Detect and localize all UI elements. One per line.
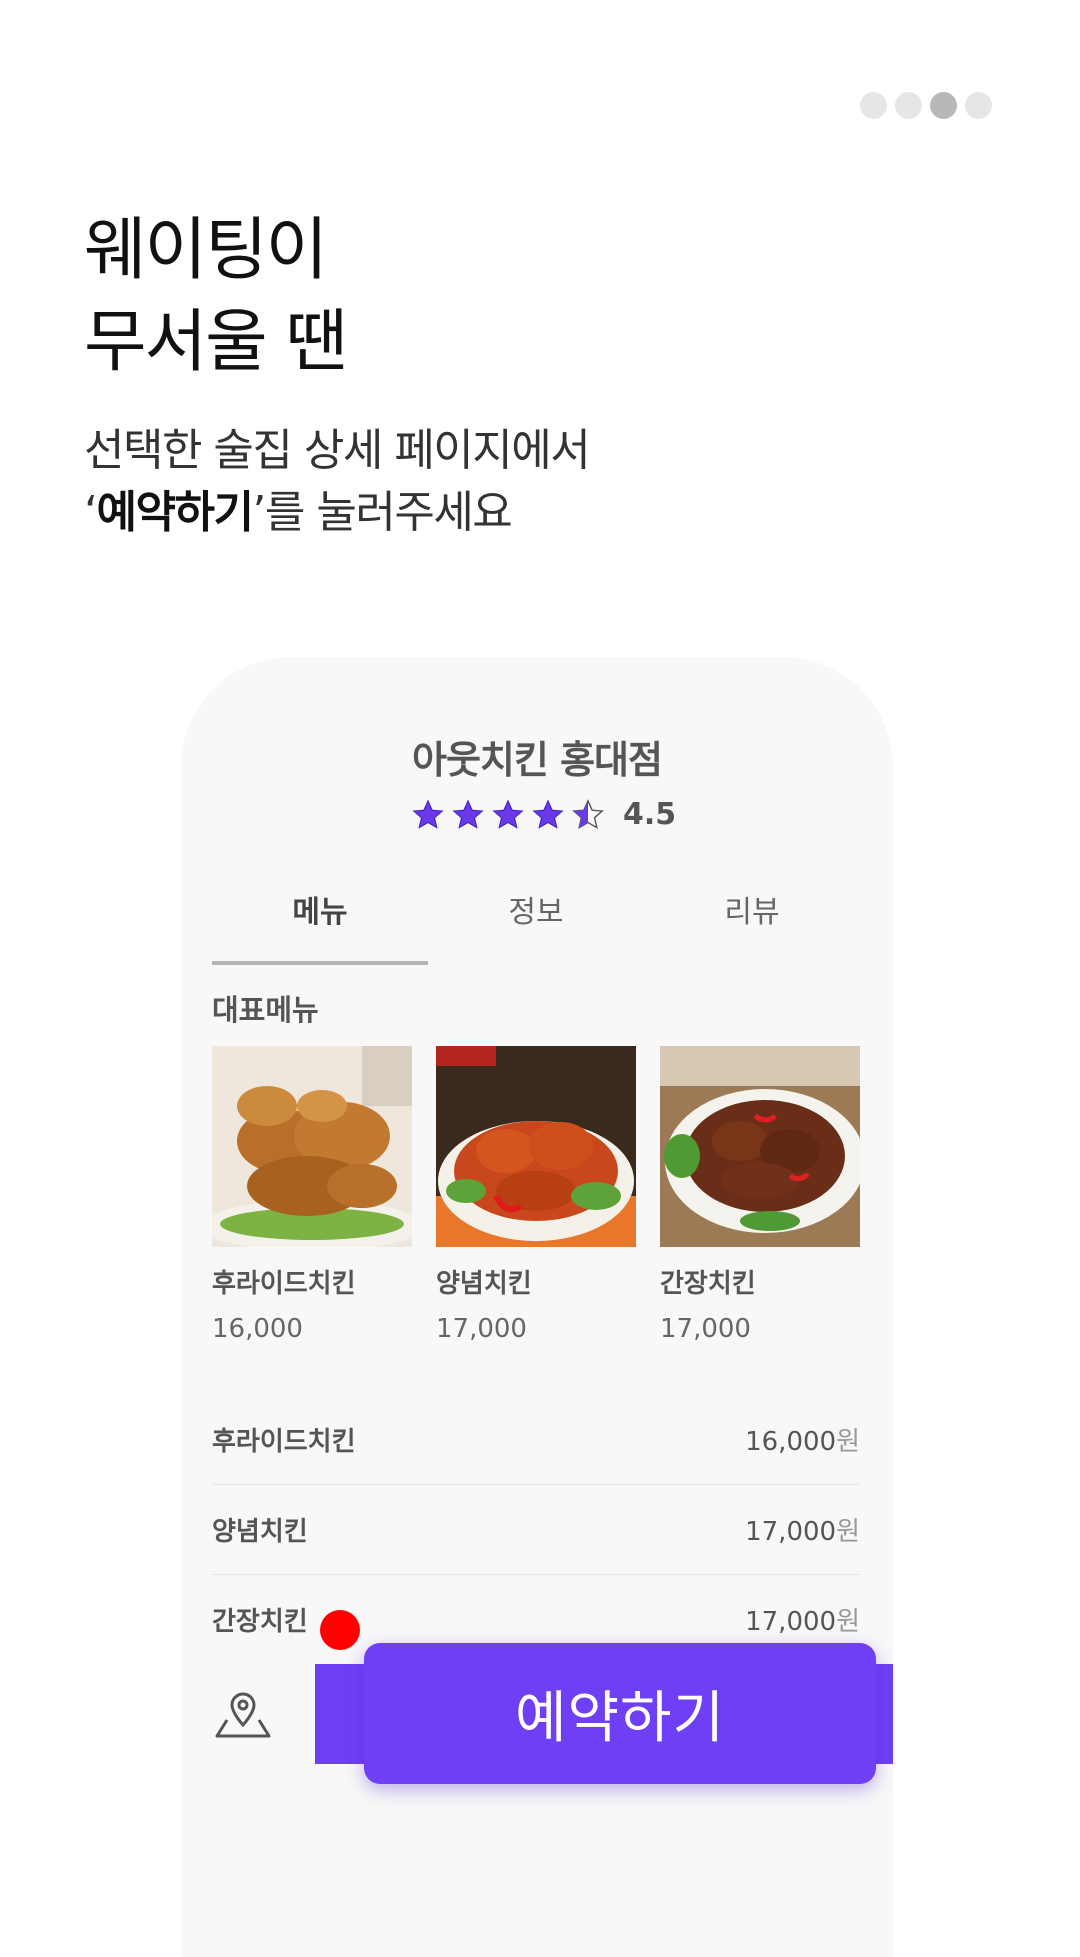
featured-item-price: 17,000 <box>660 1314 751 1344</box>
onboarding-headline: 웨이팅이 무서울 땐 <box>84 205 348 389</box>
half-star-icon <box>572 798 604 829</box>
menu-item-price-value: 17,000 <box>745 1516 837 1547</box>
reserve-button[interactable]: 예약하기 <box>364 1643 876 1784</box>
onboarding-subtext: 선택한 술집 상세 페이지에서 ‘예약하기’를 눌러주세요 <box>84 420 591 544</box>
subtext-rest: 를 눌러주세요 <box>264 487 513 538</box>
star-icon <box>532 798 564 829</box>
headline-line-2: 무서울 땐 <box>84 303 348 382</box>
featured-item-price: 17,000 <box>436 1314 527 1344</box>
pager-dot[interactable] <box>860 92 887 119</box>
subtext-line-1: 선택한 술집 상세 페이지에서 <box>84 425 591 476</box>
menu-item-price-unit: 원 <box>836 1426 860 1457</box>
rating-value: 4.5 <box>623 797 677 832</box>
pager-dot-active[interactable] <box>930 92 957 119</box>
menu-item-price: 16,000원 <box>745 1421 860 1458</box>
star-icon <box>452 798 484 829</box>
pager-dot[interactable] <box>895 92 922 119</box>
tab-review[interactable]: 리뷰 <box>644 887 860 965</box>
menu-item-price: 17,000원 <box>745 1511 860 1548</box>
featured-item-yangnyeom[interactable]: 양념치킨 17,000 <box>436 1046 636 1344</box>
subtext-quote-open: ‘ <box>84 487 98 538</box>
fried-chicken-photo <box>212 1046 412 1247</box>
onboarding-pager <box>860 92 992 119</box>
featured-item-soy[interactable]: 간장치킨 17,000 <box>660 1046 860 1344</box>
featured-item-price: 16,000 <box>212 1314 303 1344</box>
menu-item-price: 17,000원 <box>745 1601 860 1638</box>
featured-item-fried[interactable]: 후라이드치킨 16,000 <box>212 1046 412 1344</box>
featured-menu-title: 대표메뉴 <box>212 993 319 1027</box>
location-pin-icon[interactable] <box>213 1690 273 1740</box>
tap-indicator <box>320 1610 360 1650</box>
tab-info[interactable]: 정보 <box>428 887 644 965</box>
headline-line-1: 웨이팅이 <box>84 211 328 290</box>
featured-item-name: 후라이드치킨 <box>212 1269 356 1299</box>
menu-item-price-unit: 원 <box>836 1606 860 1637</box>
soy-chicken-photo <box>660 1046 860 1247</box>
featured-item-name: 양념치킨 <box>436 1269 532 1299</box>
menu-item-name: 양념치킨 <box>212 1516 308 1547</box>
featured-menu-list: 후라이드치킨 16,000 양념치킨 17,000 간장치킨 17,000 <box>212 1046 860 1344</box>
subtext-quote-close: ’ <box>252 487 266 538</box>
star-icon <box>492 798 524 829</box>
tab-menu[interactable]: 메뉴 <box>212 887 428 965</box>
menu-row[interactable]: 양념치킨 17,000원 <box>212 1484 860 1575</box>
store-name: 아웃치킨 홍대점 <box>412 738 663 782</box>
menu-item-name: 간장치킨 <box>212 1606 308 1637</box>
menu-item-price-value: 16,000 <box>745 1426 837 1457</box>
menu-item-price-value: 17,000 <box>745 1606 837 1637</box>
star-icon <box>412 798 444 829</box>
featured-item-name: 간장치킨 <box>660 1269 756 1299</box>
subtext-bold: 예약하기 <box>96 487 254 538</box>
menu-row[interactable]: 후라이드치킨 16,000원 <box>212 1394 860 1485</box>
yangnyeom-chicken-photo <box>436 1046 636 1247</box>
pager-dot[interactable] <box>965 92 992 119</box>
menu-item-name: 후라이드치킨 <box>212 1426 356 1457</box>
menu-item-price-unit: 원 <box>836 1516 860 1547</box>
store-rating: 4.5 <box>411 797 676 832</box>
store-tabs: 메뉴 정보 리뷰 <box>212 887 862 965</box>
